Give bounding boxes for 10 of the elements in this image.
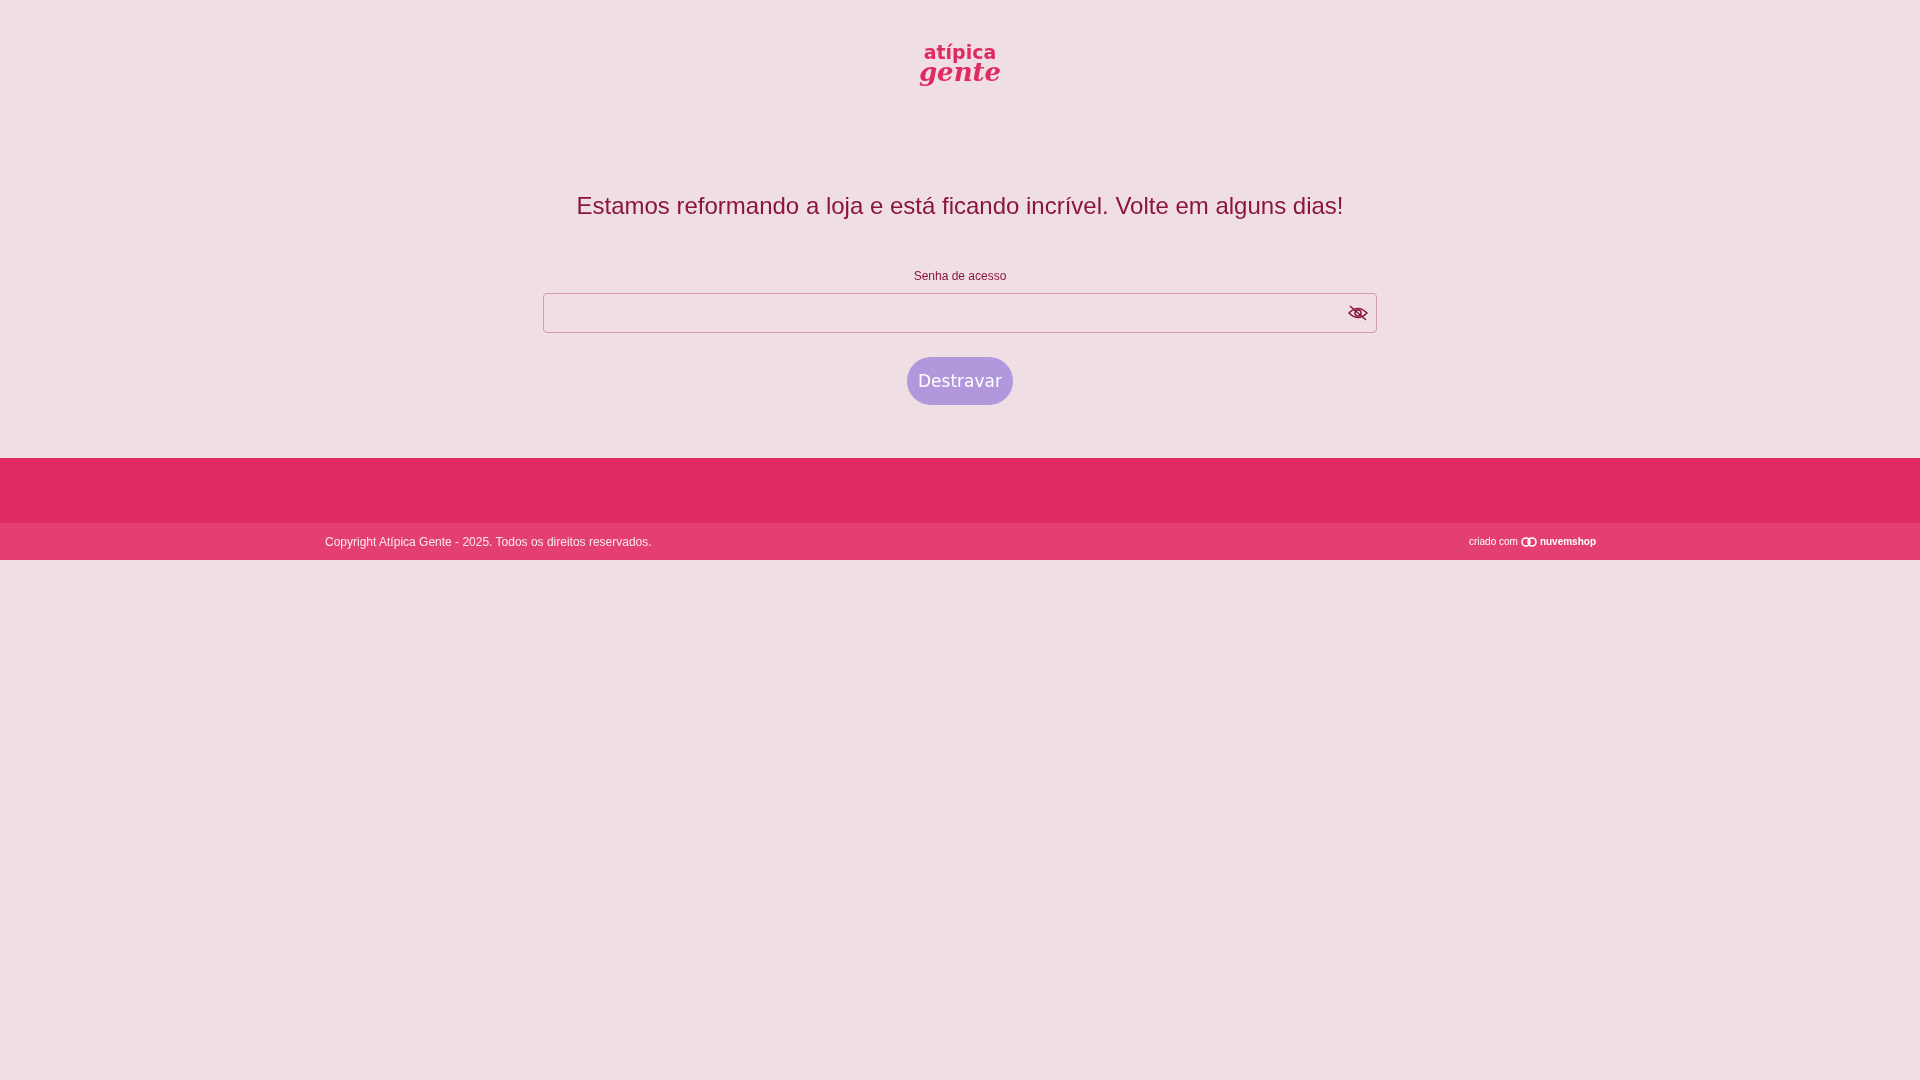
unlock-button[interactable]: Destravar (907, 357, 1013, 406)
copyright-text: Copyright Atípica Gente - 2025. Todos os direitos reservados. (325, 535, 652, 549)
field-label: Senha de acesso (913, 269, 1007, 284)
heading: Estamos reformando a loja e está ficando incrível. Volte em alguns dias! (576, 192, 1344, 221)
password-field[interactable] (543, 293, 1377, 334)
cloud-logo-icon (1520, 536, 1537, 548)
eye-slash-icon[interactable] (1348, 305, 1368, 322)
credit-text: criado com (1468, 536, 1518, 548)
logo-text: atípica (923, 44, 997, 62)
brand-text[interactable]: nuvemshop (1539, 536, 1596, 548)
